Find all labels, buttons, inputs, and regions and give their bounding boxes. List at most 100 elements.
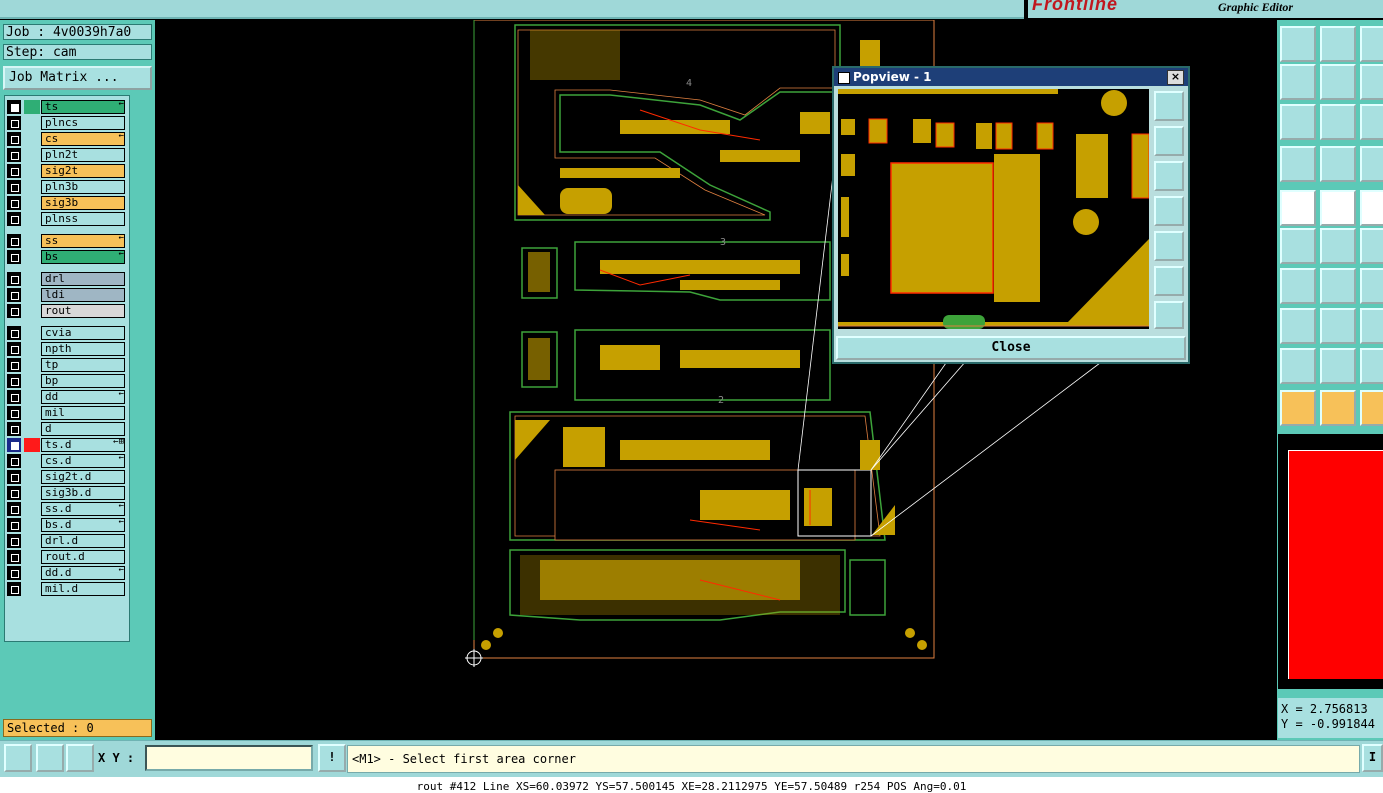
layer-name[interactable]: mil <box>41 406 125 420</box>
triangle-tool-icon[interactable] <box>1280 348 1316 384</box>
layer-checkbox[interactable] <box>7 486 21 500</box>
layer-checkbox[interactable] <box>7 582 21 596</box>
layer-name[interactable]: plncs <box>41 116 125 130</box>
layer-row-sig2t[interactable]: sig2t <box>7 163 127 178</box>
layer-checkbox[interactable] <box>7 470 21 484</box>
layer-name[interactable]: plnss <box>41 212 125 226</box>
layer-name[interactable]: mil.d <box>41 582 125 596</box>
layer-name[interactable]: dd.d <box>41 566 125 580</box>
layer-row-sig2t-d[interactable]: sig2t.d <box>7 469 127 484</box>
layer-row-cs-d[interactable]: cs.d ← <box>7 453 127 468</box>
layer-checkbox[interactable] <box>7 326 21 340</box>
move-top-icon[interactable] <box>1320 26 1356 62</box>
fit-icon[interactable] <box>1360 64 1383 100</box>
layer-name[interactable]: sig3b.d <box>41 486 125 500</box>
move-up-icon[interactable] <box>1280 26 1316 62</box>
menu-strip[interactable] <box>0 0 1024 19</box>
layer-name[interactable]: rout.d <box>41 550 125 564</box>
layer-row-drl-d[interactable]: drl.d <box>7 533 127 548</box>
warning-button[interactable]: ! <box>318 744 346 772</box>
line-tool-icon[interactable] <box>1280 268 1316 304</box>
layer-name[interactable]: drl.d <box>41 534 125 548</box>
layer-name[interactable]: ldi <box>41 288 125 302</box>
layer-name[interactable]: bs.d <box>41 518 125 532</box>
layer-row-cvia[interactable]: cvia <box>7 325 127 340</box>
layer-row-rout[interactable]: rout <box>7 303 127 318</box>
layer-row-cs[interactable]: cs ← <box>7 131 127 146</box>
layer-checkbox[interactable] <box>7 132 21 146</box>
popview-pan-left-icon[interactable] <box>1154 196 1184 226</box>
popview-zoom-view[interactable] <box>838 89 1149 329</box>
layer-row-npth[interactable]: npth <box>7 341 127 356</box>
job-matrix-button[interactable]: Job Matrix ... <box>3 66 152 90</box>
layer-checkbox[interactable] <box>7 196 21 210</box>
clock-icon[interactable] <box>1360 390 1383 426</box>
layer-checkbox[interactable] <box>7 250 21 264</box>
layer-row-ss[interactable]: ss ← <box>7 233 127 248</box>
angle-tool-icon[interactable] <box>1360 348 1383 384</box>
layer-name[interactable]: pln2t <box>41 148 125 162</box>
layer-row-ts-d[interactable]: ts.d ←⊞ <box>7 437 127 452</box>
rotate-tool-icon[interactable] <box>1360 268 1383 304</box>
select-tool-icon[interactable] <box>1320 146 1356 182</box>
layer-row-dd[interactable]: dd ← <box>7 389 127 404</box>
layer-checkbox[interactable] <box>7 550 21 564</box>
pad-tool-icon[interactable] <box>1280 190 1316 226</box>
layer-name[interactable]: ss <box>41 234 125 248</box>
pointer-select-icon[interactable] <box>1320 390 1356 426</box>
pointer-icon[interactable] <box>1280 390 1316 426</box>
popview-zoom-out-icon[interactable] <box>1154 266 1184 296</box>
layer-name[interactable]: bp <box>41 374 125 388</box>
layer-row-pln3b[interactable]: pln3b <box>7 179 127 194</box>
layer-name[interactable]: sig3b <box>41 196 125 210</box>
popview-pan-down-icon[interactable] <box>1154 161 1184 191</box>
layer-name[interactable]: sig2t <box>41 164 125 178</box>
popview-pan-right-icon[interactable] <box>1154 231 1184 261</box>
layer-name[interactable]: npth <box>41 342 125 356</box>
arc-tool-icon[interactable] <box>1360 228 1383 264</box>
layer-row-plnss[interactable]: plnss <box>7 211 127 226</box>
popview-close-button[interactable]: Close <box>836 336 1186 360</box>
layer-row-mil[interactable]: mil <box>7 405 127 420</box>
layer-name[interactable]: cs <box>41 132 125 146</box>
layer-tool-icon[interactable] <box>1360 146 1383 182</box>
shape-tool-icon[interactable] <box>1320 190 1356 226</box>
layer-name[interactable]: cs.d <box>41 454 125 468</box>
layer-name[interactable]: sig2t.d <box>41 470 125 484</box>
zoom-fit-icon[interactable] <box>1280 104 1316 140</box>
layer-row-ss-d[interactable]: ss.d ← <box>7 501 127 516</box>
cross-tool-icon[interactable] <box>1320 228 1356 264</box>
minimap[interactable] <box>1278 434 1383 689</box>
layer-row-d[interactable]: d <box>7 421 127 436</box>
layer-row-sig3b-d[interactable]: sig3b.d <box>7 485 127 500</box>
node-tool-icon[interactable] <box>1280 228 1316 264</box>
popview-fit-icon[interactable] <box>1154 301 1184 329</box>
layer-checkbox[interactable] <box>7 180 21 194</box>
layer-checkbox[interactable] <box>7 502 21 516</box>
layer-row-mil-d[interactable]: mil.d <box>7 581 127 596</box>
layer-checkbox[interactable] <box>7 342 21 356</box>
layer-checkbox[interactable] <box>7 148 21 162</box>
layer-row-bp[interactable]: bp <box>7 373 127 388</box>
popview-pan-up-icon[interactable] <box>1154 126 1184 156</box>
layer-checkbox[interactable] <box>7 272 21 286</box>
layer-name[interactable]: ts <box>41 100 125 114</box>
layer-checkbox[interactable] <box>7 304 21 318</box>
layer-checkbox[interactable] <box>7 454 21 468</box>
layer-row-ldi[interactable]: ldi <box>7 287 127 302</box>
layer-name[interactable]: rout <box>41 304 125 318</box>
layer-color-swatch[interactable] <box>24 100 40 114</box>
grid-icon[interactable] <box>66 744 94 772</box>
diag-tool-icon[interactable] <box>1320 268 1356 304</box>
layer-name[interactable]: d <box>41 422 125 436</box>
layer-checkbox[interactable] <box>7 422 21 436</box>
layer-checkbox[interactable] <box>7 518 21 532</box>
popview-zoom-in-icon[interactable] <box>1154 91 1184 121</box>
layer-name[interactable]: dd <box>41 390 125 404</box>
layer-name[interactable]: cvia <box>41 326 125 340</box>
layer-checkbox[interactable] <box>7 100 21 114</box>
layer-checkbox[interactable] <box>7 212 21 226</box>
layer-row-bs-d[interactable]: bs.d ← <box>7 517 127 532</box>
split-tool-icon[interactable] <box>1320 308 1356 344</box>
layer-row-drl[interactable]: drl <box>7 271 127 286</box>
